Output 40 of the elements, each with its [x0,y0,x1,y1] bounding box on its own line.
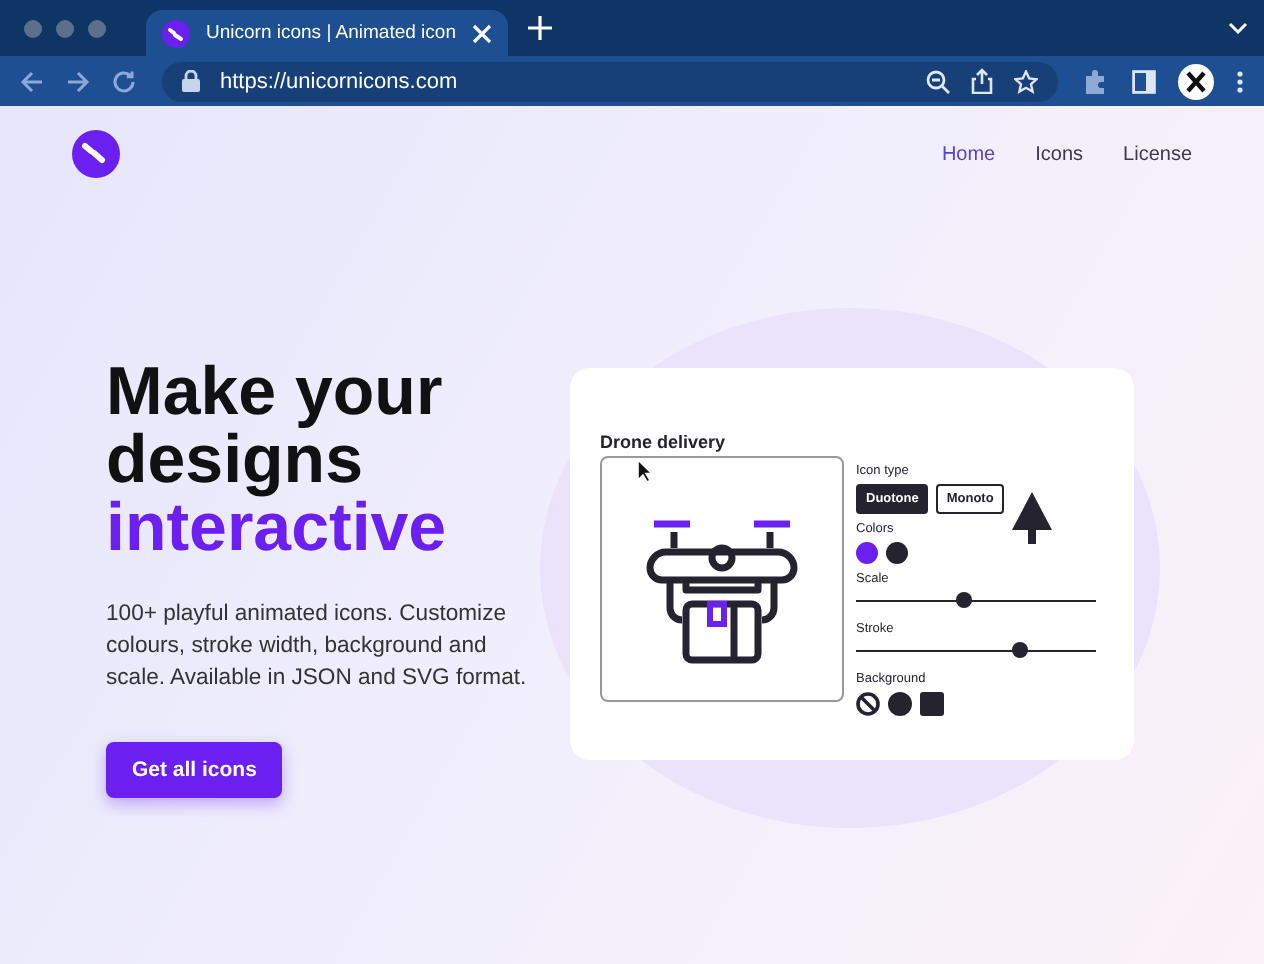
hero-title: Make your [106,358,445,426]
unicorn-logo-icon[interactable] [72,130,120,178]
zoom-icon[interactable] [926,69,950,93]
nav-link[interactable]: Home [941,143,996,165]
reload-icon[interactable] [112,69,136,93]
browser-tab[interactable]: Unicorn icons | Animated icon [146,10,508,56]
profile-avatar-icon[interactable] [1178,63,1214,99]
puzzle-piece-icon[interactable] [1084,68,1110,94]
nav-link[interactable]: License [1123,143,1192,165]
lock-icon [182,70,200,92]
hero-description: 100+ playful animated icons. Customize colours, stroke width, background and scale. Available in JSON and SVG format. [106,600,529,694]
address-field[interactable]: https://unicornicons.com [162,61,1058,101]
circle-background-icon[interactable] [888,692,912,716]
slider-thumb[interactable] [1011,642,1028,658]
color-swatch[interactable] [886,542,908,564]
window-maximize-dot[interactable] [88,19,106,37]
url-text: https://unicornicons.com [220,69,458,93]
color-swatch[interactable] [856,542,878,564]
demo-title: Drone delivery [600,432,728,452]
hero-title: designs [106,426,363,494]
share-icon[interactable] [970,68,994,94]
upward-arrow-icon [1010,490,1054,546]
side-panel-icon[interactable] [1132,69,1156,93]
more-menu-icon[interactable] [1236,69,1244,93]
no-background-icon[interactable] [856,692,880,716]
get-all-icons-button[interactable]: Get all icons [106,742,283,798]
forward-arrow-icon[interactable] [66,69,90,93]
mouse-pointer-icon [636,458,654,484]
slider-thumb[interactable] [956,592,972,608]
nav-link[interactable]: Icons [1035,143,1084,165]
unicorn-favicon-icon [162,19,190,47]
back-arrow-icon[interactable] [20,69,44,93]
close-icon[interactable] [471,23,492,43]
star-icon[interactable] [1014,69,1038,93]
tab-title: Unicorn icons | Animated icon [206,22,456,44]
window-close-dot[interactable] [24,19,42,37]
window-minimize-dot[interactable] [56,19,74,37]
chevron-down-icon[interactable] [1228,22,1248,34]
hero-highlight-word: interactive [106,494,449,562]
new-tab-icon[interactable] [527,16,552,40]
